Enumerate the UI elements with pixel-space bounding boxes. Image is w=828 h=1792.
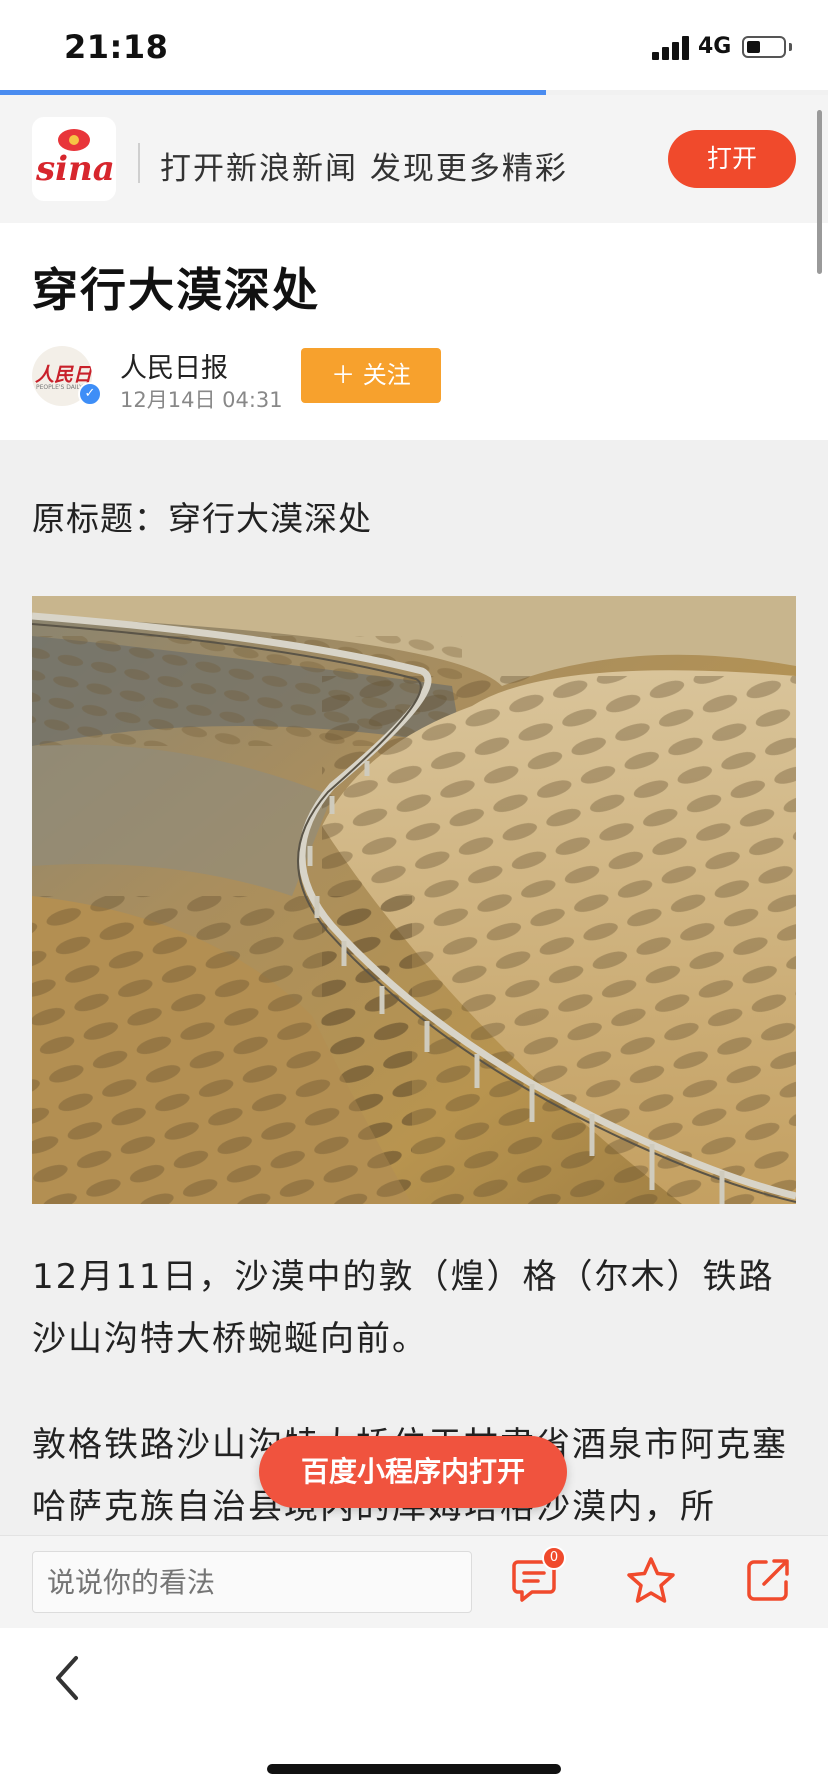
avatar-logo-subtext: PEOPLE'S DAILY [36, 384, 83, 391]
battery-tip [789, 43, 792, 51]
follow-button[interactable]: ＋ 关注 [301, 348, 441, 403]
browser-nav-bar [0, 1628, 828, 1792]
sina-app-banner[interactable]: sina 打开新浪新闻 发现更多精彩 打开 [0, 95, 828, 223]
status-bar: 21:18 4G [0, 0, 828, 92]
open-app-button[interactable]: 打开 [668, 130, 796, 188]
share-icon[interactable] [744, 1556, 792, 1604]
scrollbar-thumb[interactable] [817, 110, 822, 274]
article-photo[interactable] [32, 596, 796, 1204]
comment-input[interactable] [32, 1551, 472, 1613]
verified-icon: ✓ [78, 382, 102, 406]
star-icon[interactable] [624, 1554, 678, 1608]
sina-logo-text: sina [36, 149, 115, 189]
publish-time: 12月14日 04:31 [120, 388, 283, 412]
article-title: 穿行大漠深处 [32, 263, 320, 317]
author-name[interactable]: 人民日报 [120, 346, 228, 385]
sina-logo: sina [32, 117, 116, 201]
article-paragraph: 12月11日，沙漠中的敦（煌）格（尔木）铁路沙山沟特大桥蜿蜒向前。 [32, 1257, 775, 1359]
original-title: 原标题：穿行大漠深处 [32, 499, 372, 538]
back-chevron-icon[interactable] [48, 1648, 88, 1708]
comment-count-badge: 0 [542, 1546, 566, 1570]
network-type: 4G [698, 34, 732, 59]
comment-bar: 0 [0, 1535, 828, 1628]
home-indicator[interactable] [267, 1764, 561, 1774]
sina-eye-icon [58, 129, 90, 151]
open-in-baidu-miniprogram-button[interactable]: 百度小程序内打开 [259, 1436, 567, 1508]
desert-railway-image [32, 596, 796, 1204]
article-body: 原标题：穿行大漠深处 12月11日，沙漠中的敦（煌）格（尔木）铁路沙山沟特大桥蜿… [0, 440, 828, 1535]
sina-promo-text: 打开新浪新闻 发现更多精彩 [160, 151, 568, 187]
status-time: 21:18 [64, 28, 169, 66]
banner-divider [138, 143, 140, 183]
battery-icon [742, 36, 786, 58]
signal-icon [652, 36, 692, 60]
